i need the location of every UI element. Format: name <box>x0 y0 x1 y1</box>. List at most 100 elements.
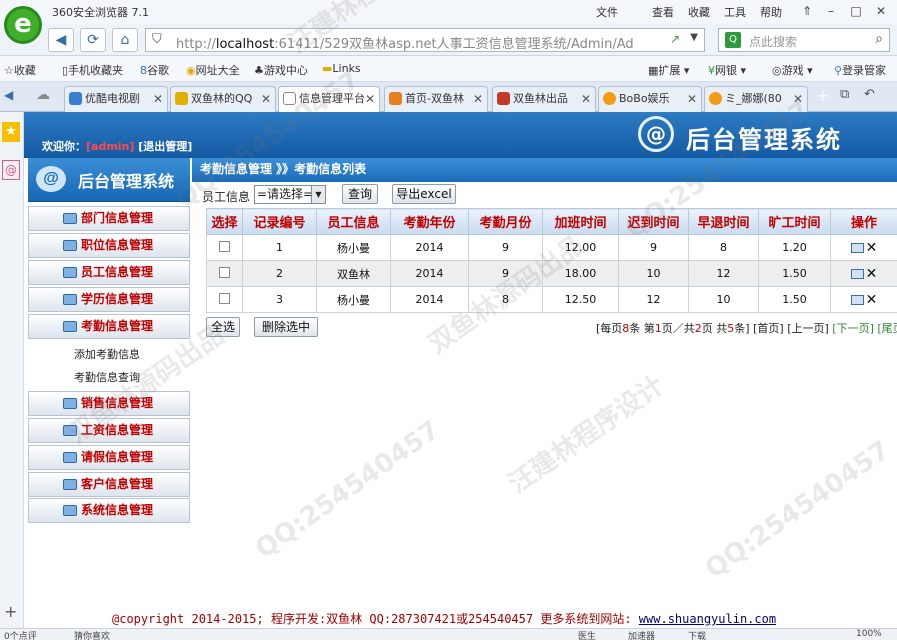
edit-icon[interactable] <box>850 268 864 279</box>
recommend-link[interactable]: 猜你喜欢 <box>74 629 110 640</box>
accelerator-link[interactable]: 加速器 <box>628 629 655 640</box>
sidebar-item-system[interactable]: 系统信息管理 <box>28 498 190 523</box>
browser-tab[interactable]: 双鱼林的QQ ✕ <box>170 86 276 112</box>
menu-view[interactable]: 查看 <box>652 4 674 20</box>
menu-help[interactable]: 帮助 <box>760 4 782 20</box>
pager-first-link[interactable]: [首页] <box>753 322 784 335</box>
delete-icon[interactable]: ✕ <box>866 240 878 256</box>
close-tab-icon[interactable]: ✕ <box>365 87 375 111</box>
sidebar-item-attendance[interactable]: 考勤信息管理 <box>28 314 190 339</box>
tab-list-icon[interactable]: ⧉ <box>840 87 849 102</box>
fav-label: 网址大全 <box>195 64 240 77</box>
welcome-text: 欢迎你：[admin] [退出管理] <box>42 138 192 154</box>
search-engine-icon[interactable]: Q <box>725 32 741 48</box>
close-tab-icon[interactable]: ✕ <box>153 87 163 111</box>
sidebar-item-sales[interactable]: 销售信息管理 <box>28 391 190 416</box>
search-placeholder: 点此搜索 <box>749 35 798 49</box>
fav-item[interactable]: ◎游戏 ▾ <box>772 62 813 78</box>
home-icon[interactable]: ⌂ <box>112 28 138 52</box>
download-link[interactable]: 下载 <box>688 629 706 640</box>
browser-tab[interactable]: 首页-双鱼林 ✕ <box>384 86 488 112</box>
extension-icon: ▦ <box>648 64 659 77</box>
cell-late: 9 <box>618 234 689 261</box>
fav-item[interactable]: ▯手机收藏夹 <box>62 62 123 78</box>
sidebar-item-education[interactable]: 学历信息管理 <box>28 287 190 312</box>
sidebar-subitem-add-attendance[interactable]: 添加考勤信息 <box>28 343 190 366</box>
add-sidebar-icon[interactable]: + <box>4 602 17 621</box>
pager-prev-link[interactable]: [上一页] <box>787 322 829 335</box>
sidebar-item-salary[interactable]: 工资信息管理 <box>28 418 190 443</box>
fav-item[interactable]: ☆收藏 <box>4 62 36 78</box>
sidebar-item-customer[interactable]: 客户信息管理 <box>28 472 190 497</box>
fav-item[interactable]: ▬Links <box>322 62 361 75</box>
pager-next-link[interactable]: [下一页] <box>832 322 874 335</box>
close-tab-icon[interactable]: ✕ <box>261 87 271 111</box>
column-header: 员工信息 <box>316 208 391 235</box>
sidebar-item-label: 系统信息管理 <box>81 503 154 517</box>
select-all-button[interactable]: 全选 <box>206 317 240 337</box>
export-excel-button[interactable]: 导出excel <box>392 184 456 204</box>
browser-tab[interactable]: ミ_娜娜(80 ✕ <box>704 86 808 112</box>
sidebar-item-leave[interactable]: 请假信息管理 <box>28 445 190 470</box>
search-input[interactable]: Q 点此搜索 ⌕ <box>718 28 890 52</box>
maximize-icon[interactable]: □ <box>845 2 867 20</box>
browser-tab[interactable]: 优酷电视剧 ✕ <box>64 86 168 112</box>
browser-tab[interactable]: BoBo娱乐 ✕ <box>598 86 702 112</box>
back-icon[interactable]: ◀ <box>48 28 74 52</box>
menu-file[interactable]: 文件 <box>596 4 618 20</box>
refresh-icon[interactable]: ⟳ <box>80 28 106 52</box>
pager-last-link[interactable]: [尾页 <box>877 322 897 335</box>
url-dropdown-icon[interactable]: ▼ <box>690 32 698 43</box>
cell-employee: 双鱼林 <box>316 260 391 287</box>
close-tab-icon[interactable]: ✕ <box>473 87 483 111</box>
zoom-level[interactable]: 100% <box>856 629 882 639</box>
browser-tab[interactable]: 双鱼林出品 ✕ <box>492 86 596 112</box>
query-button[interactable]: 查询 <box>342 184 378 204</box>
table-row: 1 杨小曼 2014 9 12.00 9 8 1.20 ✕ <box>206 234 897 261</box>
sidebar-subitem-query-attendance[interactable]: 考勤信息查询 <box>28 366 190 389</box>
undo-close-icon[interactable]: ↶ <box>864 87 875 102</box>
favorites-star-icon[interactable]: ★ <box>2 122 20 142</box>
close-tab-icon[interactable]: ✕ <box>687 87 697 111</box>
fav-item[interactable]: ◉网址大全 <box>186 62 240 78</box>
cloud-icon[interactable]: ☁ <box>36 87 50 103</box>
close-tab-icon[interactable]: ✕ <box>793 87 803 111</box>
favorites-bar: ☆收藏 ▯手机收藏夹 8谷歌 ◉网址大全 ♣游戏中心 ▬Links ▦扩展 ▾ … <box>0 56 897 82</box>
menu-favorites[interactable]: 收藏 <box>688 4 710 20</box>
sidebar-item-position[interactable]: 职位信息管理 <box>28 233 190 258</box>
employee-select[interactable]: =请选择= ▼ <box>254 185 326 204</box>
edit-icon[interactable] <box>850 242 864 253</box>
fav-item[interactable]: 8谷歌 <box>140 62 169 78</box>
fav-item[interactable]: ▦扩展 ▾ <box>648 62 689 78</box>
close-tab-icon[interactable]: ✕ <box>581 87 591 111</box>
menu-tools[interactable]: 工具 <box>724 4 746 20</box>
delete-selected-button[interactable]: 删除选中 <box>254 317 318 337</box>
browser-tab-active[interactable]: 信息管理平台 ✕ <box>278 86 380 112</box>
row-checkbox[interactable] <box>219 292 230 304</box>
sidebar-item-employee[interactable]: 员工信息管理 <box>28 260 190 285</box>
fav-item[interactable]: ⚲登录管家 <box>834 62 886 78</box>
row-checkbox[interactable] <box>219 240 230 252</box>
url-input[interactable]: ⛉ http://localhost:61411/529双鱼林asp.net人事… <box>145 28 705 52</box>
comment-count[interactable]: 0个点评 <box>4 629 37 640</box>
fav-item[interactable]: ♣游戏中心 <box>254 62 308 78</box>
new-tab-icon[interactable]: + <box>816 86 829 105</box>
row-checkbox[interactable] <box>219 266 230 278</box>
doctor-link[interactable]: 医生 <box>578 629 596 640</box>
site-link[interactable]: www.shuangyulin.com <box>639 612 776 626</box>
login-icon: ⚲ <box>834 64 843 77</box>
tab-scroll-left-icon[interactable]: ◀ <box>4 88 13 102</box>
delete-icon[interactable]: ✕ <box>866 266 878 282</box>
sidebar-item-department[interactable]: 部门信息管理 <box>28 206 190 231</box>
delete-icon[interactable]: ✕ <box>866 292 878 308</box>
fav-item[interactable]: ¥网银 ▾ <box>708 62 746 78</box>
mail-icon[interactable]: @ <box>2 160 20 180</box>
skin-icon[interactable]: ⇑ <box>796 2 818 20</box>
search-icon[interactable]: ⌕ <box>875 31 883 47</box>
sidebar-item-label: 销售信息管理 <box>81 396 154 410</box>
close-window-icon[interactable]: ✕ <box>870 2 892 20</box>
share-icon[interactable]: ↗ <box>670 32 680 46</box>
edit-icon[interactable] <box>850 294 864 305</box>
minimize-icon[interactable]: – <box>820 2 842 20</box>
logout-link[interactable]: [退出管理] <box>138 140 192 153</box>
